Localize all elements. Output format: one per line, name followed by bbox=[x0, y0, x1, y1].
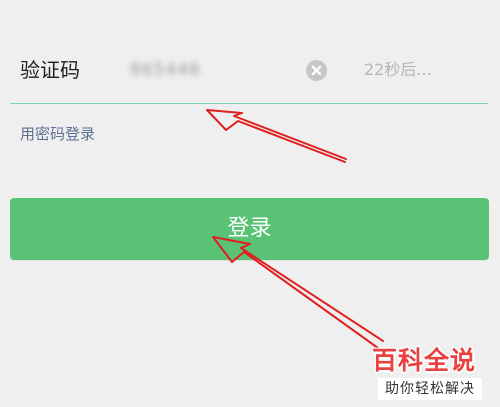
watermark-title: 百科全说 bbox=[372, 346, 477, 375]
watermark-tagline: 助你轻松解决 bbox=[378, 378, 482, 400]
verification-code-label: 验证码 bbox=[20, 58, 80, 82]
verification-code-input[interactable]: 865446 bbox=[130, 56, 280, 84]
code-field-underline bbox=[10, 103, 488, 104]
annotation-arrow-to-field bbox=[206, 109, 347, 163]
watermark-logo: 百科全说 助你轻松解决 bbox=[364, 344, 488, 402]
password-login-link[interactable]: 用密码登录 bbox=[20, 123, 95, 145]
resend-countdown: 22秒后... bbox=[364, 60, 432, 79]
clear-icon[interactable] bbox=[306, 60, 327, 81]
login-button[interactable]: 登录 bbox=[10, 198, 489, 260]
login-button-label: 登录 bbox=[227, 216, 272, 241]
